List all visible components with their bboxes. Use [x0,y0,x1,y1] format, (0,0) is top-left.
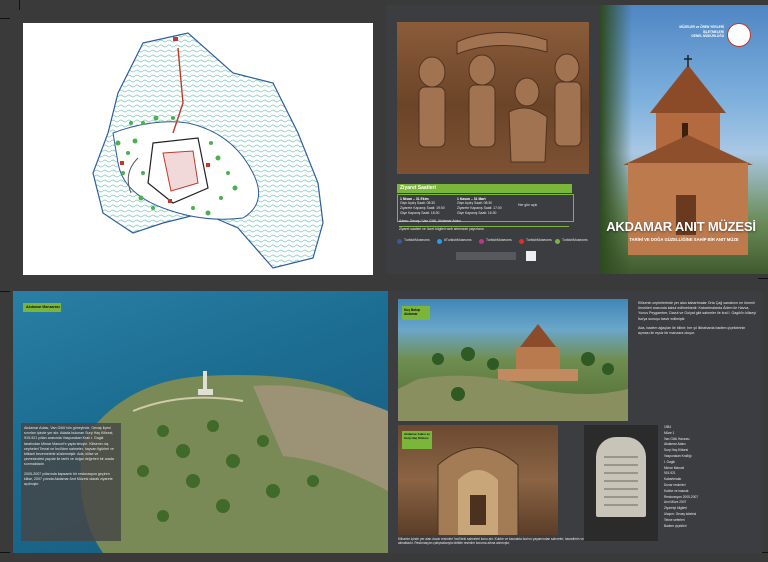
interior-photo: Akdamar Adası ve Surp Haç Kilisesi [398,425,558,535]
left-paragraph: 2005-2007 yıllarında kapsamlı bir restor… [24,471,113,487]
ministry-logo [727,23,751,47]
label-top: Kuş Bakışı Akdamar [404,308,421,316]
top-paragraph: Ada, badem ağaçları ile bilinir; her yıl… [638,325,746,336]
info-panel: Ziyaret Saatleri 1 Nisan – 31 Ekim Gişe … [386,5,600,274]
social-handle[interactable]: TurkishMuseums [562,238,588,243]
sponsor-logos [456,252,516,260]
twitter-icon [437,239,442,244]
inscription-lines [604,456,638,506]
social-handle[interactable]: TurkishMuseums [404,238,430,243]
relief-figures-image [418,32,582,163]
aerial-panel: Akdamar Manzarası Akdamar Adası, Van Göl… [13,291,388,553]
top-paragraph: Kilisenin cephelerinde yer alan kabartma… [638,301,756,321]
crop-mark [19,0,20,10]
left-text-box: Akdamar Adası, Van Gölü'nün güneyinde, G… [21,423,121,541]
relief-photo [397,22,589,174]
institution-name: MÜZELER ve ÖREN YERLERİ İŞLETMELERİ GENE… [662,25,724,39]
aerial-church-image [398,324,628,421]
cover-subtitle: TARİHİ VE DOĞA GÜZELLİĞİNE SAHİP BİR ANI… [629,237,739,242]
label-left: Akdamar Manzarası [26,305,60,309]
visit-col2-line: Gişe Kapanış Saati: 16:30 [457,211,497,215]
cover-panel: MÜZELER ve ÖREN YERLERİ İŞLETMELERİ GENE… [600,5,768,274]
facebook-icon [397,239,402,244]
cover-title: AKDAMAR ANIT MÜZESİ [606,219,756,234]
aerial-church-photo: Kuş Bakışı Akdamar [398,299,628,421]
institution-line: MÜZELER ve ÖREN YERLERİ İŞLETMELERİ [679,25,724,34]
label-mid: Akdamar Adası ve Surp Haç Kilisesi [404,432,430,440]
visit-col-summer: 1 Nisan – 31 Ekim Gişe Açılış Saati: 08:… [400,197,455,216]
crop-mark [758,278,768,279]
right-spread: Kuş Bakışı Akdamar Kilisenin cephelerind… [388,291,762,553]
visit-col-winter: 1 Kasım – 31 Mart Gişe Açılış Saati: 08:… [457,197,512,216]
island-map [92,32,324,269]
visit-note: Ziyaret saatleri ve ücret bilgileri web … [399,226,569,232]
label-tag: Kuş Bakışı Akdamar [402,306,430,320]
social-handle[interactable]: TurkishMuseums [486,238,512,243]
institution-line: GENEL MÜDÜRLÜĞÜ [691,34,724,39]
crop-mark [0,18,10,19]
social-handle[interactable]: #TurkishMuseums [444,238,472,243]
visit-table: 1 Nisan – 31 Ekim Gişe Açılış Saati: 08:… [397,194,574,222]
right-list: 1984 Müze 1 Van Gölü Havzası Akdamar Ada… [664,425,756,545]
label-tag: Akdamar Manzarası [23,303,61,312]
visit-header: Ziyaret Saatleri [400,185,436,191]
crop-mark [0,291,10,292]
island-map-panel [23,23,373,275]
inscription-stone [596,437,646,517]
visit-address: Adres: Gevaş / Van Gölü, Akdamar Adası [399,219,461,223]
top-right-text: Kilisenin cephelerinde yer alan kabartma… [638,301,756,417]
social-handle[interactable]: TurkishMuseums [526,238,552,243]
instagram-icon [479,239,484,244]
left-paragraph: Akdamar Adası, Van Gölü'nün güneyinde, G… [24,426,114,467]
label-tag: Akdamar Adası ve Surp Haç Kilisesi [402,431,432,449]
qr-code-icon [526,251,536,261]
social-row: TurkishMuseums #TurkishMuseums TurkishMu… [397,238,589,246]
crop-mark [0,552,10,553]
visit-header-bar: Ziyaret Saatleri [397,184,572,193]
visit-col3: Her gün açık [518,203,538,207]
right-list-item: Badem çiçekleri [664,523,687,528]
web-icon [555,239,560,244]
visit-col1-line: Gişe Kapanış Saati: 18:30 [400,211,440,215]
youtube-icon [519,239,524,244]
inscription-photo [584,425,658,541]
